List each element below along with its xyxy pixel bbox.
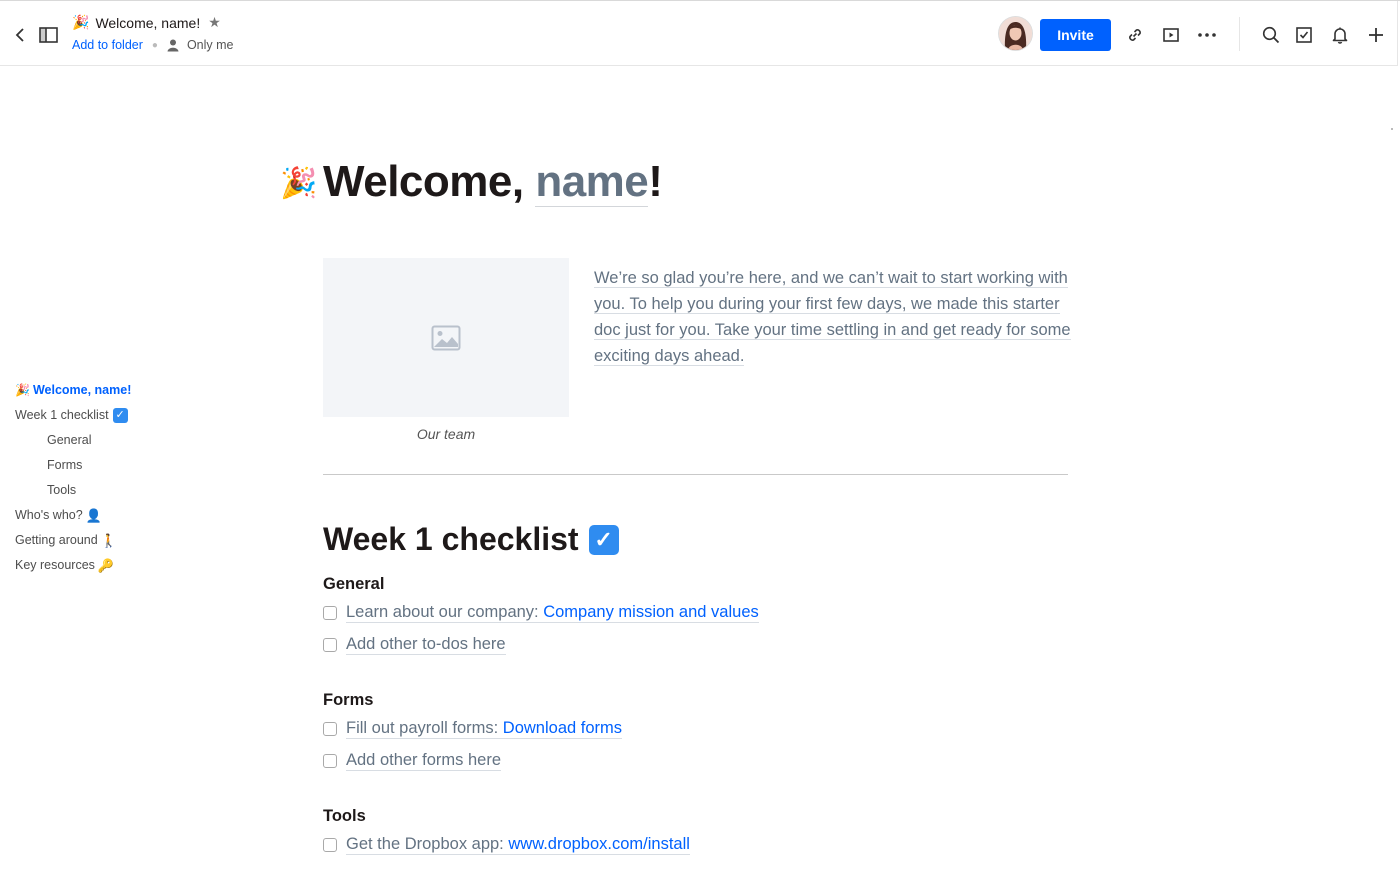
todo-item: Learn about our company: Company mission…	[323, 603, 759, 623]
toc-item-label: Welcome, name!	[32, 383, 132, 397]
todo-text: Add other forms here	[346, 751, 501, 771]
scroll-indicator	[1391, 128, 1393, 130]
checklist-heading[interactable]: Week 1 checklist ✓	[323, 521, 619, 558]
chevron-left-icon	[15, 28, 24, 42]
todo-text: Add other to-dos here	[346, 635, 506, 655]
sidebar-toggle-icon	[38, 27, 58, 43]
table-of-contents: 🎉 Welcome, name! Week 1 checklist ✓ Gene…	[15, 378, 131, 578]
sidebar-toggle-button[interactable]	[37, 24, 59, 46]
todo-text: Fill out payroll forms:	[346, 719, 503, 737]
title-emoji: 🎉	[72, 14, 90, 30]
doc-title[interactable]: Welcome, name!	[95, 15, 200, 31]
present-icon	[1163, 28, 1179, 42]
doc-meta-row: Add to folder ● Only me	[72, 38, 233, 52]
link-icon	[1129, 29, 1141, 41]
toc-item-key-resources[interactable]: Key resources 🔑	[15, 553, 131, 578]
notifications-button[interactable]	[1328, 23, 1352, 47]
title-name-placeholder: name	[535, 157, 649, 207]
avatar[interactable]	[999, 17, 1032, 50]
toc-item-general[interactable]: General	[15, 428, 131, 453]
todo-text: Learn about our company:	[346, 603, 544, 621]
todo-item: Add other to-dos here	[323, 635, 506, 655]
image-placeholder-icon	[431, 325, 461, 350]
star-icon[interactable]: ★	[208, 14, 221, 31]
person-icon	[167, 39, 179, 51]
avatar-image	[999, 17, 1032, 50]
toc-item-label: Who's who?	[15, 508, 83, 522]
back-button[interactable]	[10, 25, 30, 45]
todo-text: Get the Dropbox app:	[346, 835, 509, 853]
copy-link-button[interactable]	[1123, 23, 1147, 47]
toc-item-label: Tools	[47, 483, 77, 497]
toc-item-label: Week 1 checklist	[15, 408, 109, 422]
party-popper-emoji: 🎉	[15, 383, 30, 397]
doc-header: 🎉 Welcome, name! ★ Add to folder ● Only …	[0, 1, 1398, 66]
toc-item-label: Getting around	[15, 533, 98, 547]
checklist-heading-text: Week 1 checklist	[323, 521, 579, 557]
doc-title-emoji[interactable]: 🎉	[280, 166, 317, 201]
todo-checkbox[interactable]	[323, 722, 337, 736]
download-forms-link[interactable]: Download forms	[503, 719, 622, 737]
toc-item-getting-around[interactable]: Getting around 🚶	[15, 528, 131, 553]
company-mission-link[interactable]: Company mission and values	[543, 603, 759, 621]
section-heading-tools: Tools	[323, 807, 366, 825]
todo-checkbox[interactable]	[323, 606, 337, 620]
bell-icon	[1332, 27, 1348, 44]
checkmark-emoji: ✓	[112, 408, 128, 423]
doc-title-row: 🎉 Welcome, name! ★	[72, 14, 221, 31]
walking-emoji: 🚶	[100, 533, 117, 548]
toc-item-forms[interactable]: Forms	[15, 453, 131, 478]
search-icon	[1262, 26, 1280, 44]
dropbox-install-link[interactable]: www.dropbox.com/install	[508, 835, 690, 853]
image-caption: Our team	[416, 426, 476, 442]
todo-checkbox[interactable]	[323, 638, 337, 652]
section-heading-general: General	[323, 575, 385, 593]
todo-item: Get the Dropbox app: www.dropbox.com/ins…	[323, 835, 690, 855]
todo-checkbox[interactable]	[323, 754, 337, 768]
search-button[interactable]	[1259, 23, 1283, 47]
checkbox-icon	[1296, 27, 1312, 43]
toc-item-tools[interactable]: Tools	[15, 478, 131, 503]
present-button[interactable]	[1159, 23, 1183, 47]
add-to-folder-link[interactable]: Add to folder	[72, 38, 143, 52]
toc-item-label: Forms	[47, 458, 83, 472]
invite-button[interactable]: Invite	[1040, 19, 1111, 51]
header-divider	[1239, 17, 1240, 51]
toc-item-welcome[interactable]: 🎉 Welcome, name!	[15, 378, 131, 403]
person-emoji: 👤	[85, 508, 102, 523]
divider	[323, 474, 1068, 475]
todo-item: Add other forms here	[323, 751, 501, 771]
more-icon	[1198, 33, 1216, 37]
toc-item-label: General	[47, 433, 92, 447]
intro-text: We’re so glad you’re here, and we can’t …	[594, 269, 1071, 366]
tasks-button[interactable]	[1292, 23, 1316, 47]
checkmark-emoji: ✓	[588, 524, 619, 555]
toc-item-whos-who[interactable]: Who's who? 👤	[15, 503, 131, 528]
toc-item-week1-checklist[interactable]: Week 1 checklist ✓	[15, 403, 131, 428]
plus-icon	[1369, 28, 1383, 42]
section-heading-forms: Forms	[323, 691, 374, 709]
todo-checkbox[interactable]	[323, 838, 337, 852]
page-title[interactable]: Welcome, name!	[323, 157, 663, 207]
title-prefix: Welcome,	[323, 157, 536, 206]
create-button[interactable]	[1364, 23, 1388, 47]
sharing-status[interactable]: Only me	[187, 38, 234, 52]
separator-dot: ●	[151, 39, 158, 51]
more-button[interactable]	[1195, 23, 1219, 47]
image-placeholder[interactable]	[323, 258, 569, 417]
intro-paragraph[interactable]: We’re so glad you’re here, and we can’t …	[594, 265, 1074, 369]
todo-item: Fill out payroll forms: Download forms	[323, 719, 623, 739]
title-suffix: !	[648, 157, 663, 206]
key-emoji: 🔑	[97, 558, 115, 573]
toc-item-label: Key resources	[15, 558, 95, 572]
